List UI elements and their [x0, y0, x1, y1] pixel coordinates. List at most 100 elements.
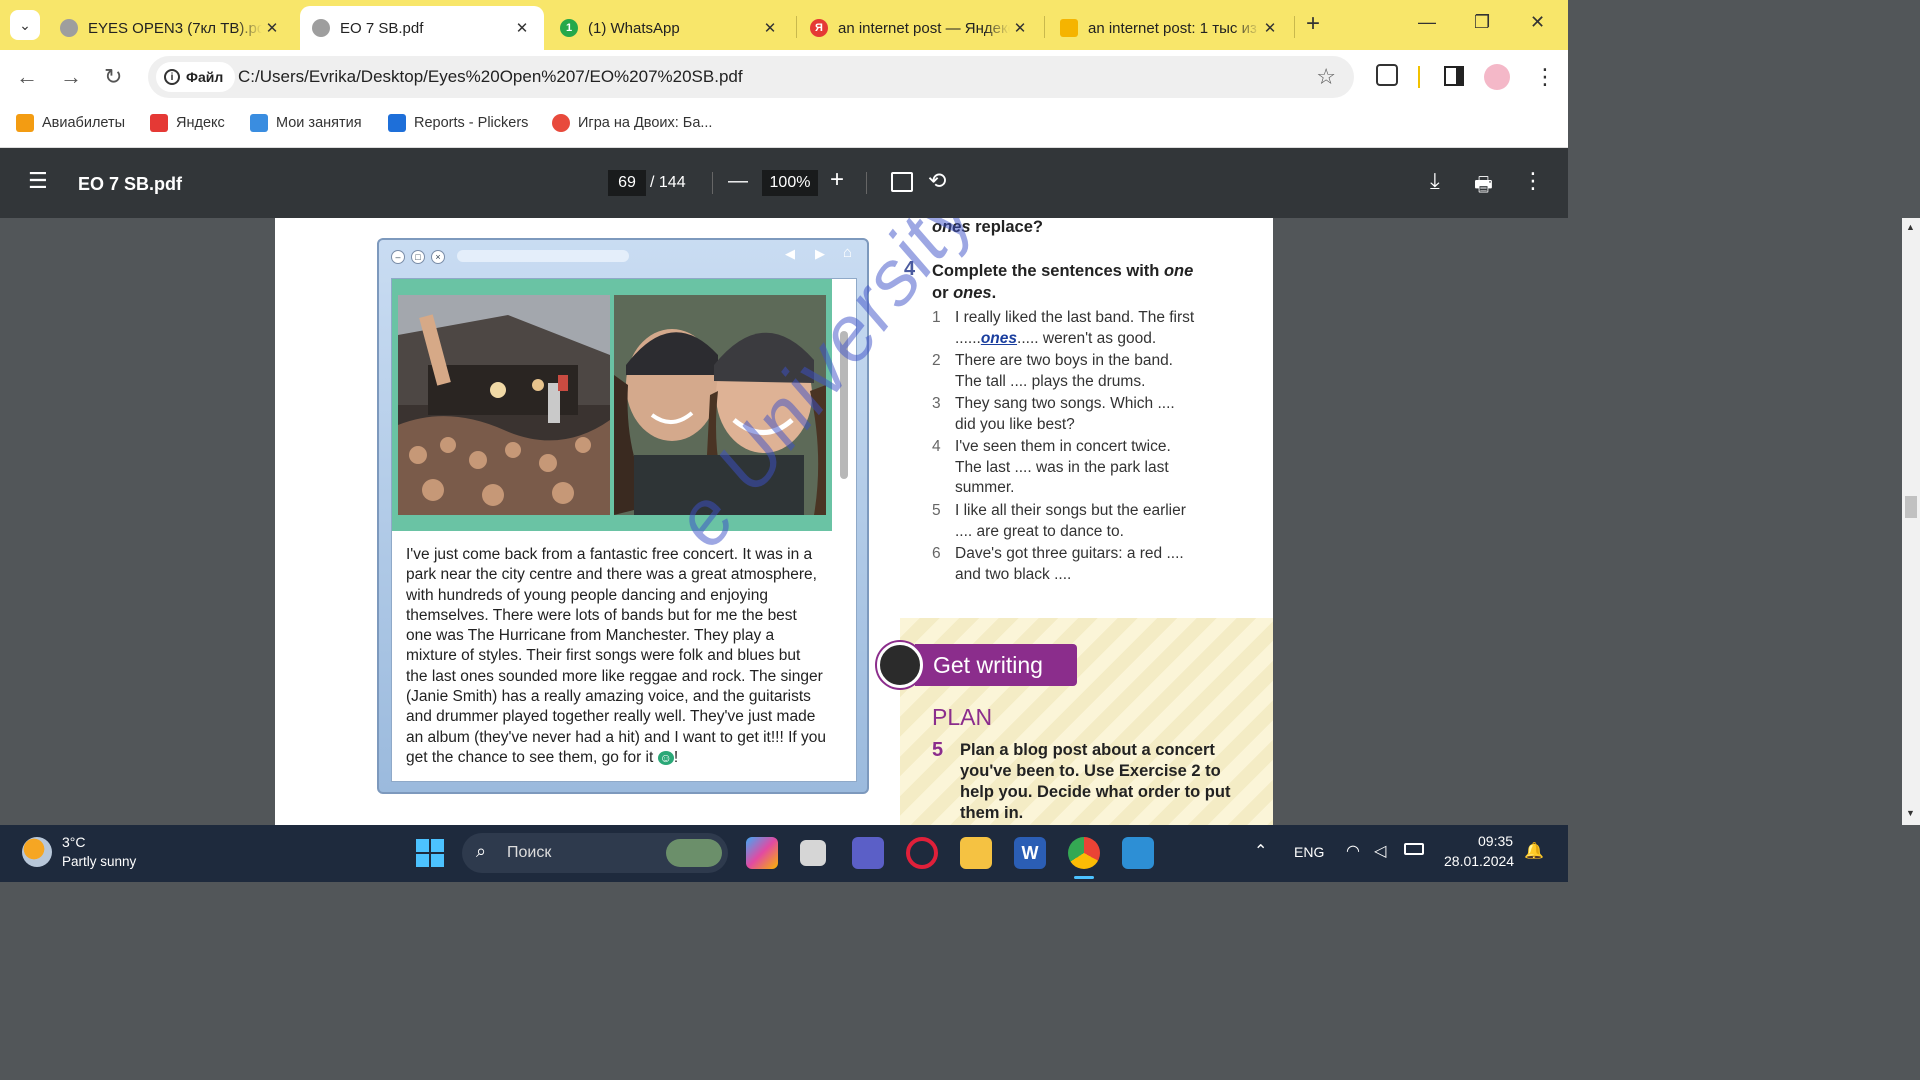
notification-bell-icon[interactable]: 🔔 [1524, 841, 1544, 861]
bookmark-igra[interactable]: Игра на Двоих: Ба... [552, 114, 712, 132]
tab-title: EYES OPEN3 (7кл ТВ).pdf [88, 19, 262, 37]
side-panel-icon[interactable] [1444, 66, 1464, 86]
profile-avatar[interactable] [1484, 64, 1510, 90]
start-button[interactable] [416, 839, 444, 867]
address-bar[interactable]: i Файл C:/Users/Evrika/Desktop/Eyes%20Op… [148, 56, 1354, 98]
weather-desc: Partly sunny [62, 854, 137, 869]
bookmark-moi-zanyatiya[interactable]: Мои занятия [250, 114, 362, 132]
tab-title: EO 7 SB.pdf [340, 19, 424, 37]
opera-icon[interactable] [906, 837, 938, 869]
zoom-input[interactable]: 100% [762, 170, 818, 196]
battery-icon[interactable] [1404, 843, 1424, 855]
volume-icon[interactable]: ◁ [1374, 841, 1386, 861]
tab-yandex-images[interactable]: an internet post: 1 тыс из ✕ [1048, 6, 1292, 50]
item-number: 4 [932, 438, 941, 455]
page-scrollbar[interactable]: ▲ ▼ [1902, 218, 1920, 825]
site-info-chip[interactable]: i Файл [156, 62, 236, 92]
scroll-up-icon[interactable]: ▲ [1906, 222, 1915, 232]
chevron-down-icon: ⌄ [19, 16, 31, 33]
pdf-more-icon[interactable]: ⋮ [1522, 168, 1544, 194]
close-window-button[interactable]: ✕ [1530, 12, 1545, 33]
wifi-icon[interactable]: ◠ [1346, 841, 1360, 861]
zoom-in-button[interactable]: + [830, 166, 844, 194]
clock-date[interactable]: 28.01.2024 [1444, 853, 1514, 869]
close-icon[interactable]: ✕ [1260, 19, 1280, 37]
word-icon[interactable]: W [1014, 837, 1046, 869]
item-line: I like all their songs but the earlier [955, 502, 1186, 519]
grid-icon [250, 114, 268, 132]
item-line: The last .... was in the park last [955, 458, 1169, 476]
new-tab-button[interactable]: + [1306, 10, 1320, 38]
language-indicator[interactable]: ENG [1294, 844, 1324, 860]
reload-button[interactable]: ↻ [104, 64, 122, 90]
exercise-item: 3 They sang two songs. Which .... did you … [932, 394, 1175, 435]
snipping-tool-icon[interactable] [1122, 837, 1154, 869]
restore-button[interactable]: ❐ [1474, 12, 1490, 33]
teams-icon[interactable] [852, 837, 884, 869]
tab-search-button[interactable]: ⌄ [10, 10, 40, 40]
file-label: Файл [186, 69, 224, 85]
tab-whatsapp[interactable]: 1 (1) WhatsApp ✕ [548, 6, 792, 50]
close-icon[interactable]: ✕ [512, 19, 532, 37]
forward-arrow-icon: ▶ [815, 246, 825, 261]
globe-icon [312, 19, 330, 37]
exercise-5-text: Plan a blog post about a concert you've … [960, 741, 1231, 822]
item-number: 1 [932, 309, 941, 326]
exercise-4-title: Complete the sentences with one or ones. [932, 260, 1222, 304]
back-button[interactable]: ← [16, 64, 38, 90]
title-one: one [1163, 262, 1194, 280]
tab-eyes-open3[interactable]: EYES OPEN3 (7кл ТВ).pdf ✕ [48, 6, 294, 50]
concert-crowd-photo [398, 295, 610, 515]
blog-post-text: I've just come back from a fantastic fre… [406, 545, 826, 768]
yandex-icon [150, 114, 168, 132]
bookmark-star-icon[interactable]: ☆ [1316, 64, 1336, 90]
item-number: 6 [932, 545, 941, 562]
search-icon: ⌕ [476, 841, 487, 861]
task-view-icon[interactable] [800, 840, 826, 866]
print-icon[interactable]: 🖶 [1474, 170, 1493, 204]
page-total: / 144 [650, 174, 686, 191]
zoom-out-button[interactable]: — [728, 170, 748, 193]
maximize-dot-icon: □ [411, 250, 425, 264]
page-number-input[interactable]: 69 [608, 170, 646, 196]
close-icon[interactable]: ✕ [262, 19, 282, 37]
extensions-icon[interactable] [1376, 64, 1398, 86]
item-line: Dave's got three guitars: a red .... [955, 545, 1184, 562]
minimize-button[interactable]: — [1418, 12, 1436, 33]
close-icon[interactable]: ✕ [760, 19, 780, 37]
bookmark-yandex[interactable]: Яндекс [150, 114, 225, 132]
pdf-menu-button[interactable]: ☰ [28, 168, 48, 194]
bookmark-aviabilety[interactable]: Авиабилеты [16, 114, 125, 132]
chrome-icon[interactable] [1068, 837, 1100, 869]
pdf-viewer: – □ × ◀ ▶ ⌂ I've just come back from a f… [0, 218, 1568, 825]
url-text[interactable]: C:/Users/Evrika/Desktop/Eyes%20Open%207/… [238, 67, 743, 87]
forward-button[interactable]: → [60, 64, 82, 90]
clock-time[interactable]: 09:35 [1478, 833, 1513, 849]
item-line: The tall .... plays the drums. [955, 372, 1146, 390]
browser-menu-icon[interactable]: ⋮ [1534, 64, 1556, 90]
tab-eo7-sb[interactable]: EO 7 SB.pdf ✕ [300, 6, 544, 50]
copilot-icon[interactable] [746, 837, 778, 869]
exercise-item: 6 Dave's got three guitars: a red .... and… [932, 544, 1184, 585]
bookmark-plickers[interactable]: Reports - Plickers [388, 114, 528, 132]
pencil-icon [877, 642, 923, 688]
file-explorer-icon[interactable] [960, 837, 992, 869]
bookmark-label: Reports - Plickers [414, 115, 529, 131]
scroll-down-icon[interactable]: ▼ [1906, 808, 1915, 818]
close-icon[interactable]: ✕ [1010, 19, 1030, 37]
download-icon[interactable]: ⤓ [1430, 168, 1440, 194]
chevron-up-icon[interactable]: ⌃ [1254, 841, 1267, 861]
fit-page-icon[interactable] [891, 172, 913, 192]
scroll-thumb[interactable] [1905, 496, 1917, 518]
back-arrow-icon: ◀ [785, 246, 795, 261]
search-box[interactable]: ⌕ Поиск [462, 833, 728, 873]
item-line: They sang two songs. Which .... [955, 395, 1175, 412]
rotate-icon[interactable]: ⟲ [928, 168, 946, 194]
item-number: 5 [932, 502, 941, 519]
whatsapp-icon: 1 [560, 19, 578, 37]
item-line: and two black .... [955, 565, 1072, 583]
item-number: 3 [932, 395, 941, 412]
get-writing-badge: Get writing [915, 644, 1077, 686]
weather-icon[interactable] [22, 837, 52, 867]
tab-yandex-search[interactable]: Я an internet post — Яндекс ✕ [798, 6, 1042, 50]
